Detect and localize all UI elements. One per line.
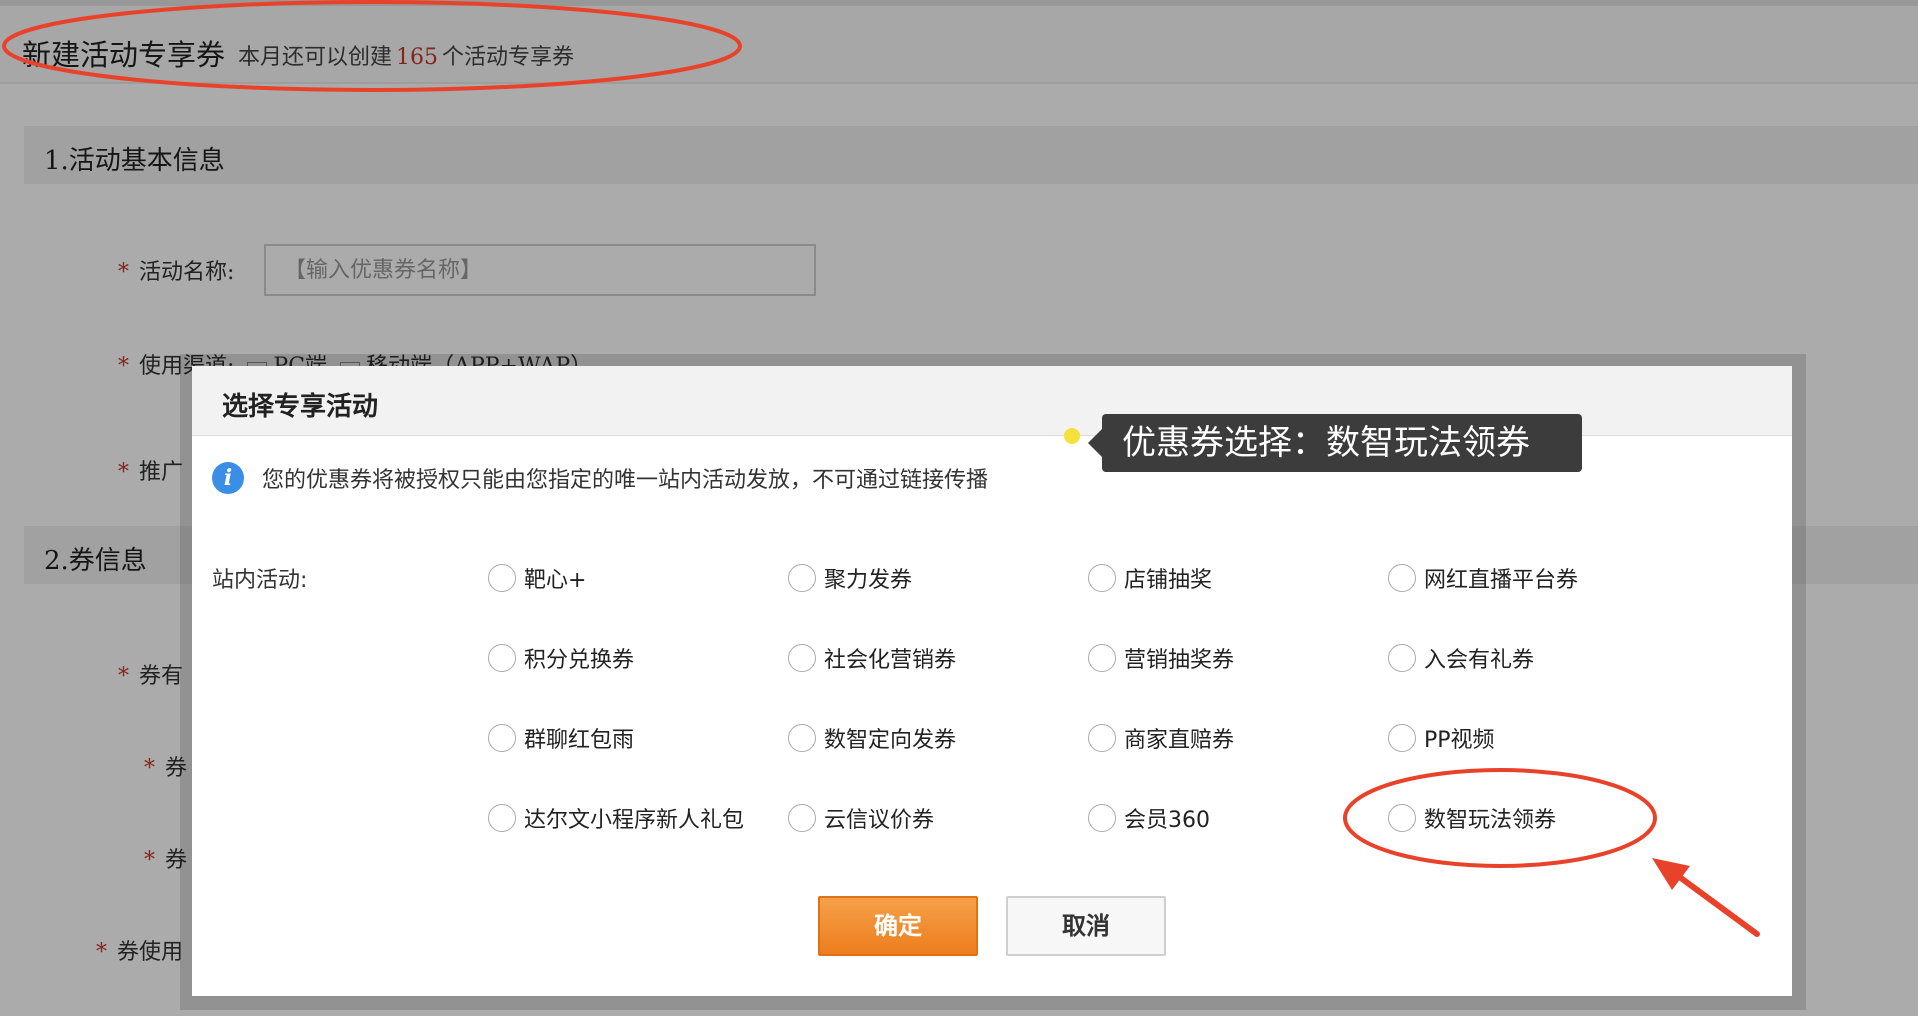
dialog-title: 选择专享活动 bbox=[222, 392, 379, 422]
option-label: 店铺抽奖 bbox=[1124, 568, 1213, 593]
cancel-button[interactable]: 取消 bbox=[1006, 896, 1166, 956]
option-label: 云信议价券 bbox=[824, 808, 935, 833]
activity-option[interactable]: 营销抽奖券 bbox=[1088, 638, 1234, 678]
activity-option[interactable]: 数智定向发券 bbox=[788, 718, 956, 758]
option-label: 积分兑换券 bbox=[524, 648, 635, 673]
activity-option[interactable]: 达尔文小程序新人礼包 bbox=[488, 798, 744, 838]
activity-option[interactable]: 积分兑换券 bbox=[488, 638, 634, 678]
activity-option[interactable]: 商家直赔券 bbox=[1088, 718, 1234, 758]
activity-label: 站内活动: bbox=[212, 568, 308, 593]
notice-text: 您的优惠券将被授权只能由您指定的唯一站内活动发放，不可通过链接传播 bbox=[262, 468, 989, 493]
radio-button[interactable] bbox=[1388, 804, 1416, 832]
option-label: 达尔文小程序新人礼包 bbox=[524, 808, 745, 833]
activity-option[interactable]: 聚力发券 bbox=[788, 558, 912, 598]
radio-button[interactable] bbox=[488, 564, 516, 592]
activity-option[interactable]: 群聊红包雨 bbox=[488, 718, 634, 758]
activity-option[interactable]: 店铺抽奖 bbox=[1088, 558, 1212, 598]
activity-option[interactable]: PP视频 bbox=[1388, 718, 1495, 758]
radio-button[interactable] bbox=[488, 804, 516, 832]
info-icon: i bbox=[212, 462, 244, 494]
radio-button[interactable] bbox=[788, 804, 816, 832]
radio-button[interactable] bbox=[1388, 564, 1416, 592]
radio-button[interactable] bbox=[1088, 804, 1116, 832]
confirm-button[interactable]: 确定 bbox=[818, 896, 978, 956]
radio-button[interactable] bbox=[1088, 724, 1116, 752]
radio-button[interactable] bbox=[488, 644, 516, 672]
activity-option[interactable]: 会员360 bbox=[1088, 798, 1210, 838]
option-label: PP视频 bbox=[1424, 728, 1495, 753]
option-label: 群聊红包雨 bbox=[524, 728, 635, 753]
annotation-tooltip: 优惠券选择：数智玩法领券 bbox=[1088, 414, 1582, 472]
radio-button[interactable] bbox=[488, 724, 516, 752]
radio-button[interactable] bbox=[1088, 644, 1116, 672]
radio-button[interactable] bbox=[788, 724, 816, 752]
activity-option[interactable]: 网红直播平台券 bbox=[1388, 558, 1578, 598]
option-label: 商家直赔券 bbox=[1124, 728, 1235, 753]
radio-button[interactable] bbox=[1388, 724, 1416, 752]
activity-option-highlighted[interactable]: 数智玩法领券 bbox=[1388, 798, 1556, 838]
option-label: 数智玩法领券 bbox=[1424, 808, 1557, 833]
tooltip-marker-dot bbox=[1064, 428, 1080, 444]
activity-option[interactable]: 入会有礼券 bbox=[1388, 638, 1534, 678]
option-label: 营销抽奖券 bbox=[1124, 648, 1235, 673]
option-label: 社会化营销券 bbox=[824, 648, 957, 673]
activity-option[interactable]: 云信议价券 bbox=[788, 798, 934, 838]
radio-button[interactable] bbox=[1088, 564, 1116, 592]
option-label: 入会有礼券 bbox=[1424, 648, 1535, 673]
activity-option[interactable]: 靶心+ bbox=[488, 558, 586, 598]
option-label: 网红直播平台券 bbox=[1424, 568, 1579, 593]
option-label: 会员360 bbox=[1124, 808, 1210, 833]
radio-button[interactable] bbox=[788, 564, 816, 592]
option-label: 数智定向发券 bbox=[824, 728, 957, 753]
option-label: 聚力发券 bbox=[824, 568, 913, 593]
activity-option[interactable]: 社会化营销券 bbox=[788, 638, 956, 678]
radio-button[interactable] bbox=[788, 644, 816, 672]
option-label: 靶心+ bbox=[524, 568, 587, 593]
radio-button[interactable] bbox=[1388, 644, 1416, 672]
